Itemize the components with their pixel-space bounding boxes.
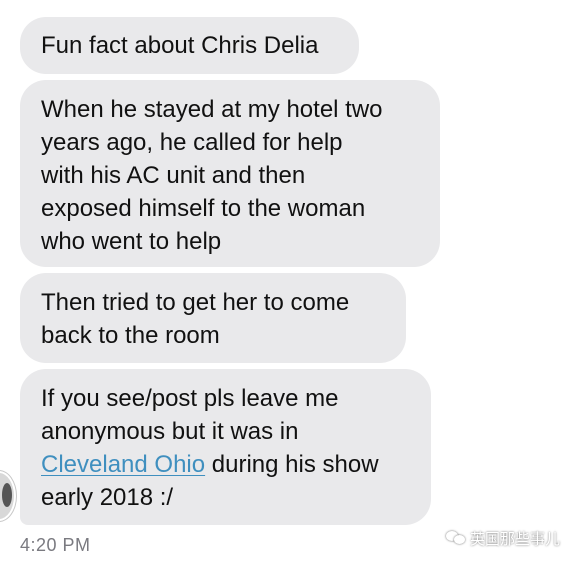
watermark-label: 英国那些事儿: [470, 530, 561, 548]
location-link[interactable]: Cleveland Ohio: [41, 451, 205, 478]
message-thread: Fun fact about Chris Delia When he staye…: [0, 0, 572, 563]
message-bubble[interactable]: If you see/post pls leave me anonymous b…: [20, 369, 431, 525]
message-bubble[interactable]: When he stayed at my hotel two years ago…: [20, 80, 440, 267]
message-bubble[interactable]: Fun fact about Chris Delia: [20, 17, 359, 74]
wechat-icon: [446, 530, 466, 546]
sender-avatar[interactable]: [0, 471, 16, 521]
message-text: If you see/post pls leave me anonymous b…: [41, 385, 339, 445]
message-bubble[interactable]: Then tried to get her to come back to th…: [20, 273, 406, 363]
message-timestamp: 4:20 PM: [20, 535, 91, 555]
watermark: 英国那些事儿: [446, 527, 560, 549]
